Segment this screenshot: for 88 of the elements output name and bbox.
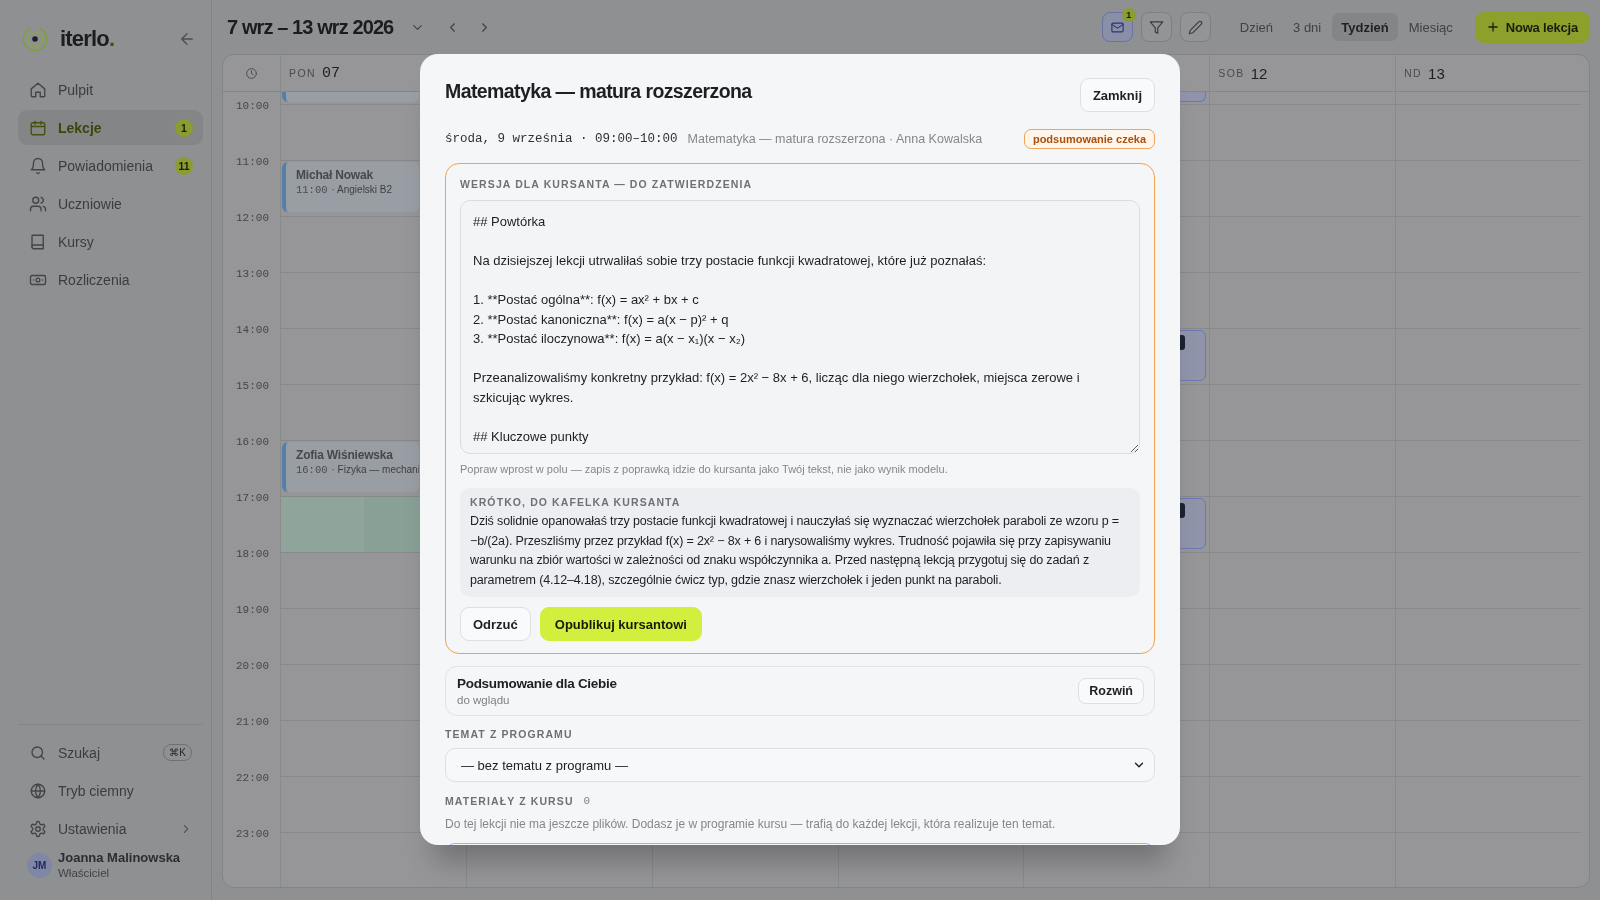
section-label: KRÓTKO, DO KAFELKA KURSANTA bbox=[470, 495, 682, 509]
materials-count: 0 bbox=[583, 794, 591, 808]
user-name: Joanna Malinowska bbox=[58, 850, 181, 866]
section-label: MATERIAŁY Z KURSU bbox=[445, 794, 574, 808]
section-label: WERSJA DLA KURSANTA — DO ZATWIERDZENIA bbox=[460, 177, 754, 191]
nav-item[interactable]: Kursy bbox=[18, 224, 203, 259]
panel-title: Podsumowanie dla Ciebie bbox=[457, 675, 617, 693]
count-badge: 1 bbox=[175, 118, 193, 137]
nav-item[interactable]: Uczniowie bbox=[18, 186, 203, 221]
nav-item[interactable]: Powiadomienia 11 bbox=[18, 148, 203, 183]
time-label: 11:00 bbox=[236, 155, 269, 169]
materials-hint: Do tej lekcji nie ma jeszcze plików. Dodasz je w programie kursu — trafią do każdej lekcji, która realizuje ten temat. bbox=[445, 816, 1057, 832]
event-time: 16:00 bbox=[296, 464, 328, 476]
time-label: 14:00 bbox=[236, 323, 269, 337]
plus-icon bbox=[1485, 20, 1500, 34]
dialog-title: Matematyka — matura rozszerzona bbox=[445, 79, 752, 103]
weekday-label: PON bbox=[289, 67, 316, 79]
event-time: 11:00 bbox=[296, 184, 328, 196]
time-label: 19:00 bbox=[236, 603, 269, 617]
time-label: 15:00 bbox=[236, 379, 269, 393]
publish-button[interactable]: Opublikuj kursantowi bbox=[539, 607, 702, 641]
clock-icon bbox=[245, 66, 258, 80]
nav-item[interactable]: Rozliczenia bbox=[18, 262, 203, 297]
weekday-label: ND bbox=[1404, 67, 1423, 79]
event-title: Zofia Wiśniewska bbox=[296, 448, 394, 462]
time-label: 17:00 bbox=[236, 491, 269, 505]
view-tab[interactable]: Dzień bbox=[1230, 13, 1283, 41]
filter-button[interactable] bbox=[1140, 12, 1172, 42]
nav-item[interactable]: Szukaj ⌘K bbox=[18, 735, 203, 770]
bell-icon bbox=[29, 156, 47, 175]
view-tab[interactable]: 3 dni bbox=[1284, 13, 1331, 41]
short-summary-text: Dziś solidnie opanowałaś trzy postacie funkcji kwadratowej i nauczyłaś się wyznaczać wierzchołek paraboli ze wzoru p = −b/(2a). Przeszliśmy przez przykład f(x) = 2x² − 8x + 6 i narysowaliśmy wykres. Trudność pojawiła się przy zapisywaniu warunku na zbiór wartości w zależności od znaku współczynnika a. Przed następną lekcją przygotuj się do zadań z parametrem (4.12–4.18), szczególnie ćwicz typ, gdzie znasz wierzchołek i jeden punkt na paraboli. bbox=[470, 513, 1120, 589]
mail-icon bbox=[1109, 19, 1125, 35]
time-label: 18:00 bbox=[236, 547, 269, 561]
search-icon bbox=[29, 743, 47, 762]
count-badge: 1 bbox=[1121, 8, 1136, 22]
time-label: 16:00 bbox=[236, 435, 269, 449]
pencil-icon bbox=[1187, 19, 1203, 35]
time-label: 13:00 bbox=[236, 267, 269, 281]
event-subject: · Angielski B2 bbox=[331, 184, 393, 195]
logo-icon bbox=[22, 26, 48, 52]
day-number: 07 bbox=[321, 64, 340, 82]
date-range-title: 7 wrz – 13 wrz 2026 bbox=[227, 15, 394, 39]
day-number: 13 bbox=[1428, 64, 1445, 82]
settings-icon bbox=[29, 819, 47, 838]
pencil-button[interactable] bbox=[1179, 12, 1211, 42]
expand-button[interactable]: Rozwiń bbox=[1078, 678, 1144, 704]
time-label: 23:00 bbox=[236, 827, 269, 841]
summary-editor[interactable]: ## Powtórka Na dzisiejszej lekcji utrwaliłaś sobie trzy postacie funkcji kwadratowej, które już poznałaś: 1. **Postać ogólna**: f(x) = ax² + bx + c 2. **Postać kanoniczna**: f(x) = a(x − p)² + q 3. **Postać iloczynowa**: f(x) = a(x − x₁)(x − x₂) Przeanalizowaliśmy konkretny przykład: f(x) = 2x² − 8x + 6, licząc dla niego wierzchołek, miejsca zerowe i szkicując wykres. ## Kluczowe punkty bbox=[460, 200, 1140, 454]
time-label: 20:00 bbox=[236, 659, 269, 673]
users-icon bbox=[29, 194, 47, 213]
nav-item[interactable]: Tryb ciemny bbox=[18, 773, 203, 808]
time-label: 10:00 bbox=[236, 99, 269, 113]
weekday-label: SOB bbox=[1218, 67, 1245, 79]
calendar-icon bbox=[29, 118, 47, 137]
nav-item[interactable]: Lekcje 1 bbox=[18, 110, 203, 145]
filter-icon bbox=[1148, 19, 1164, 35]
globe-icon bbox=[29, 781, 47, 800]
panel-subtitle: do wglądu bbox=[457, 693, 511, 707]
close-button[interactable]: Zamknij bbox=[1079, 78, 1155, 112]
user-avatar[interactable]: JM bbox=[27, 852, 52, 878]
logo-text: iterlo. bbox=[60, 26, 115, 52]
event-card[interactable]: Zofia Wiśniewska 16:00 · Fizyka — mechani bbox=[282, 442, 419, 492]
event-card[interactable]: Michał Nowak 11:00 · Angielski B2 bbox=[282, 162, 419, 212]
shortcut-hint: ⌘K bbox=[163, 744, 192, 761]
view-tab[interactable]: Miesiąc bbox=[1399, 13, 1462, 41]
nav-item[interactable]: Ustawienia bbox=[18, 811, 203, 846]
nav-item[interactable]: Pulpit bbox=[18, 72, 203, 107]
new-lesson-button[interactable]: Nowa lekcja bbox=[1474, 11, 1590, 43]
arrow-left-icon[interactable] bbox=[178, 30, 196, 48]
home-icon bbox=[29, 80, 47, 99]
book-icon bbox=[29, 232, 47, 251]
lesson-info: Matematyka — matura rozszerzona · Anna Kowalska bbox=[687, 132, 983, 146]
time-label: 12:00 bbox=[236, 211, 269, 225]
time-label: 22:00 bbox=[236, 771, 269, 785]
editor-hint: Popraw wprost w polu — zapis z poprawką idzie do kursanta jako Twój tekst, nie jako wynik modelu. bbox=[460, 462, 949, 476]
view-tab[interactable]: Tydzień bbox=[1332, 13, 1398, 41]
day-number: 12 bbox=[1250, 64, 1268, 82]
section-label: TEMAT Z PROGRAMU bbox=[445, 727, 574, 741]
time-label: 21:00 bbox=[236, 715, 269, 729]
count-badge: 11 bbox=[175, 156, 193, 175]
status-tag: podsumowanie czeka bbox=[1023, 129, 1155, 149]
reject-button[interactable]: Odrzuć bbox=[460, 607, 531, 641]
event-subject: · Fizyka — mechani bbox=[331, 464, 419, 475]
event-title: Michał Nowak bbox=[296, 168, 374, 182]
user-role: Właściciel bbox=[58, 866, 111, 880]
topic-select[interactable]: — bez tematu z programu — bbox=[445, 748, 1155, 782]
lesson-datetime: środa, 9 września · 09:00–10:00 bbox=[445, 132, 678, 146]
